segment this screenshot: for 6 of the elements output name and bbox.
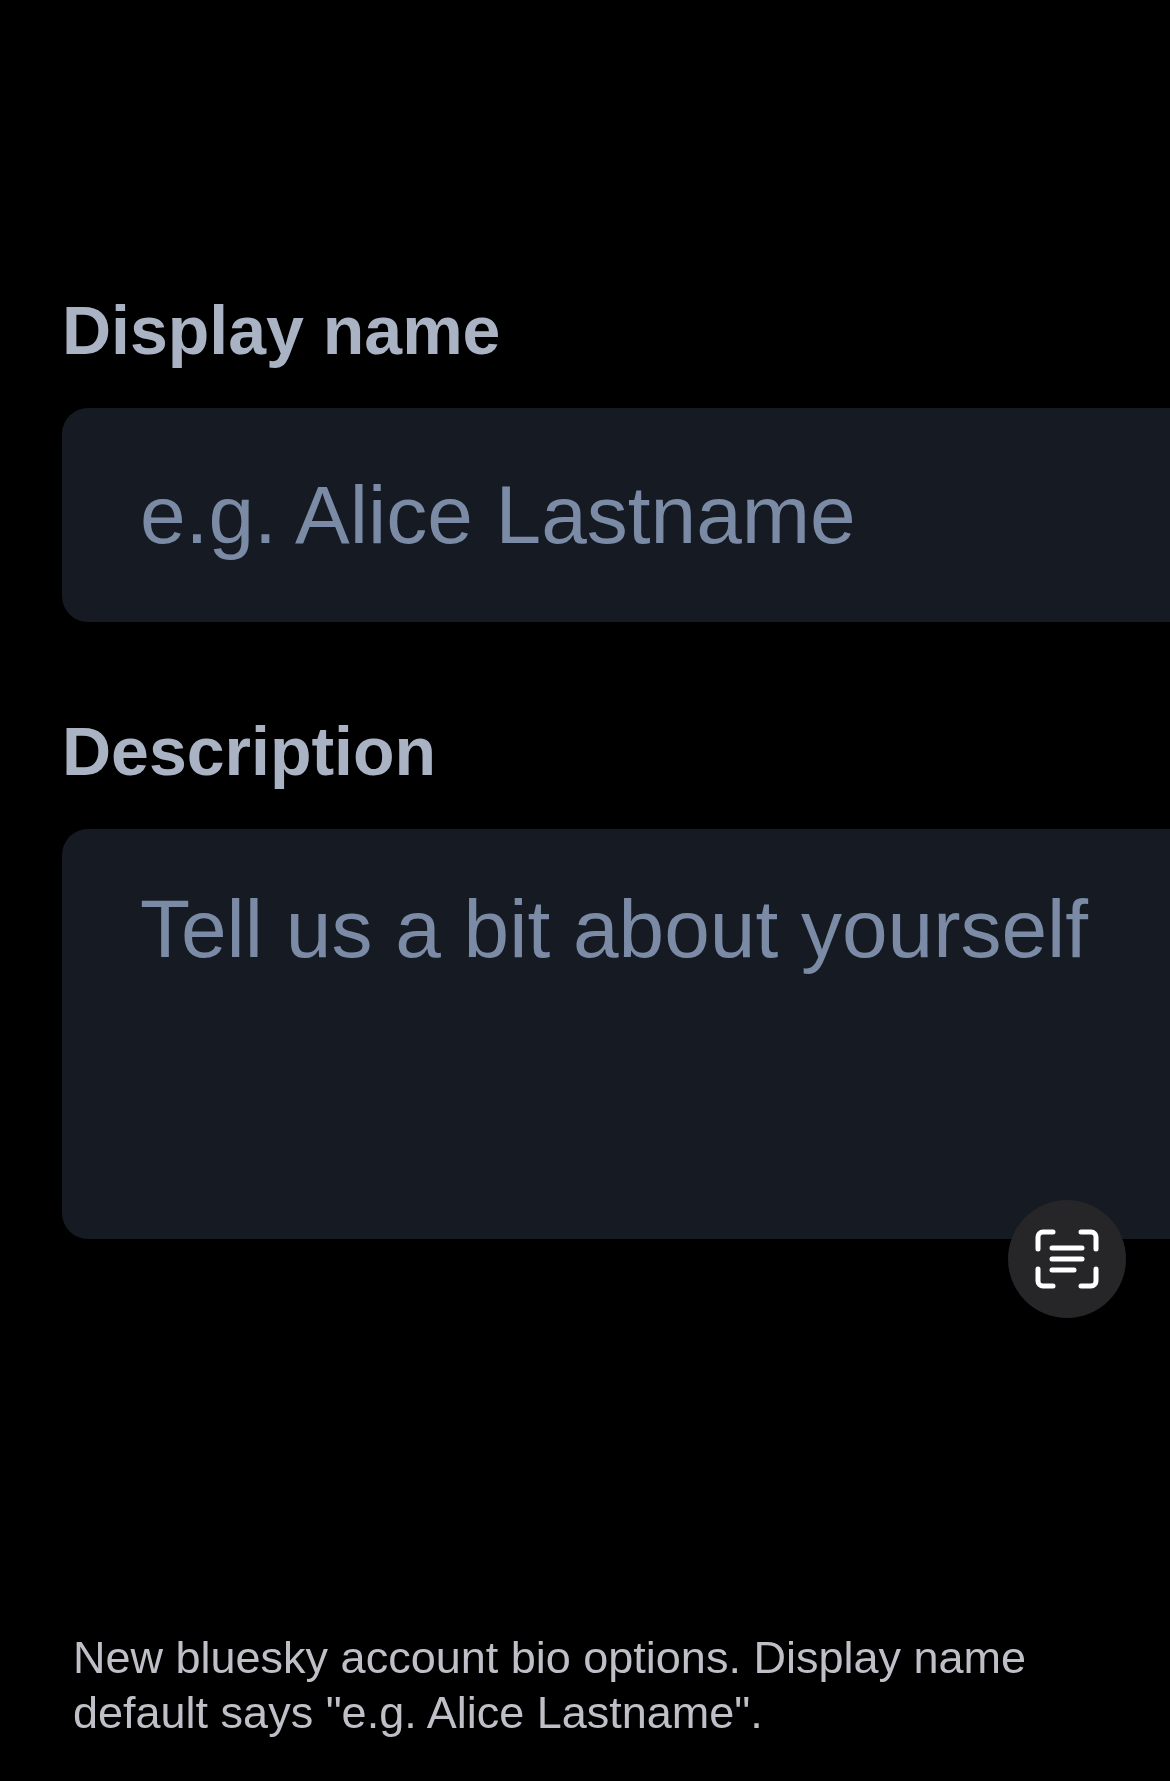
field-label: Display name xyxy=(62,291,502,370)
description-textarea[interactable]: Tell us a bit about yourself xyxy=(62,829,1170,1239)
text-scan-icon xyxy=(1035,1229,1099,1289)
display-name-input[interactable]: e.g. Alice Lastname xyxy=(62,408,1170,622)
field-label: Description xyxy=(62,712,438,791)
caption-text: New bluesky account bio options. Display name default says "e.g. Alice Lastname". xyxy=(72,1631,1027,1740)
